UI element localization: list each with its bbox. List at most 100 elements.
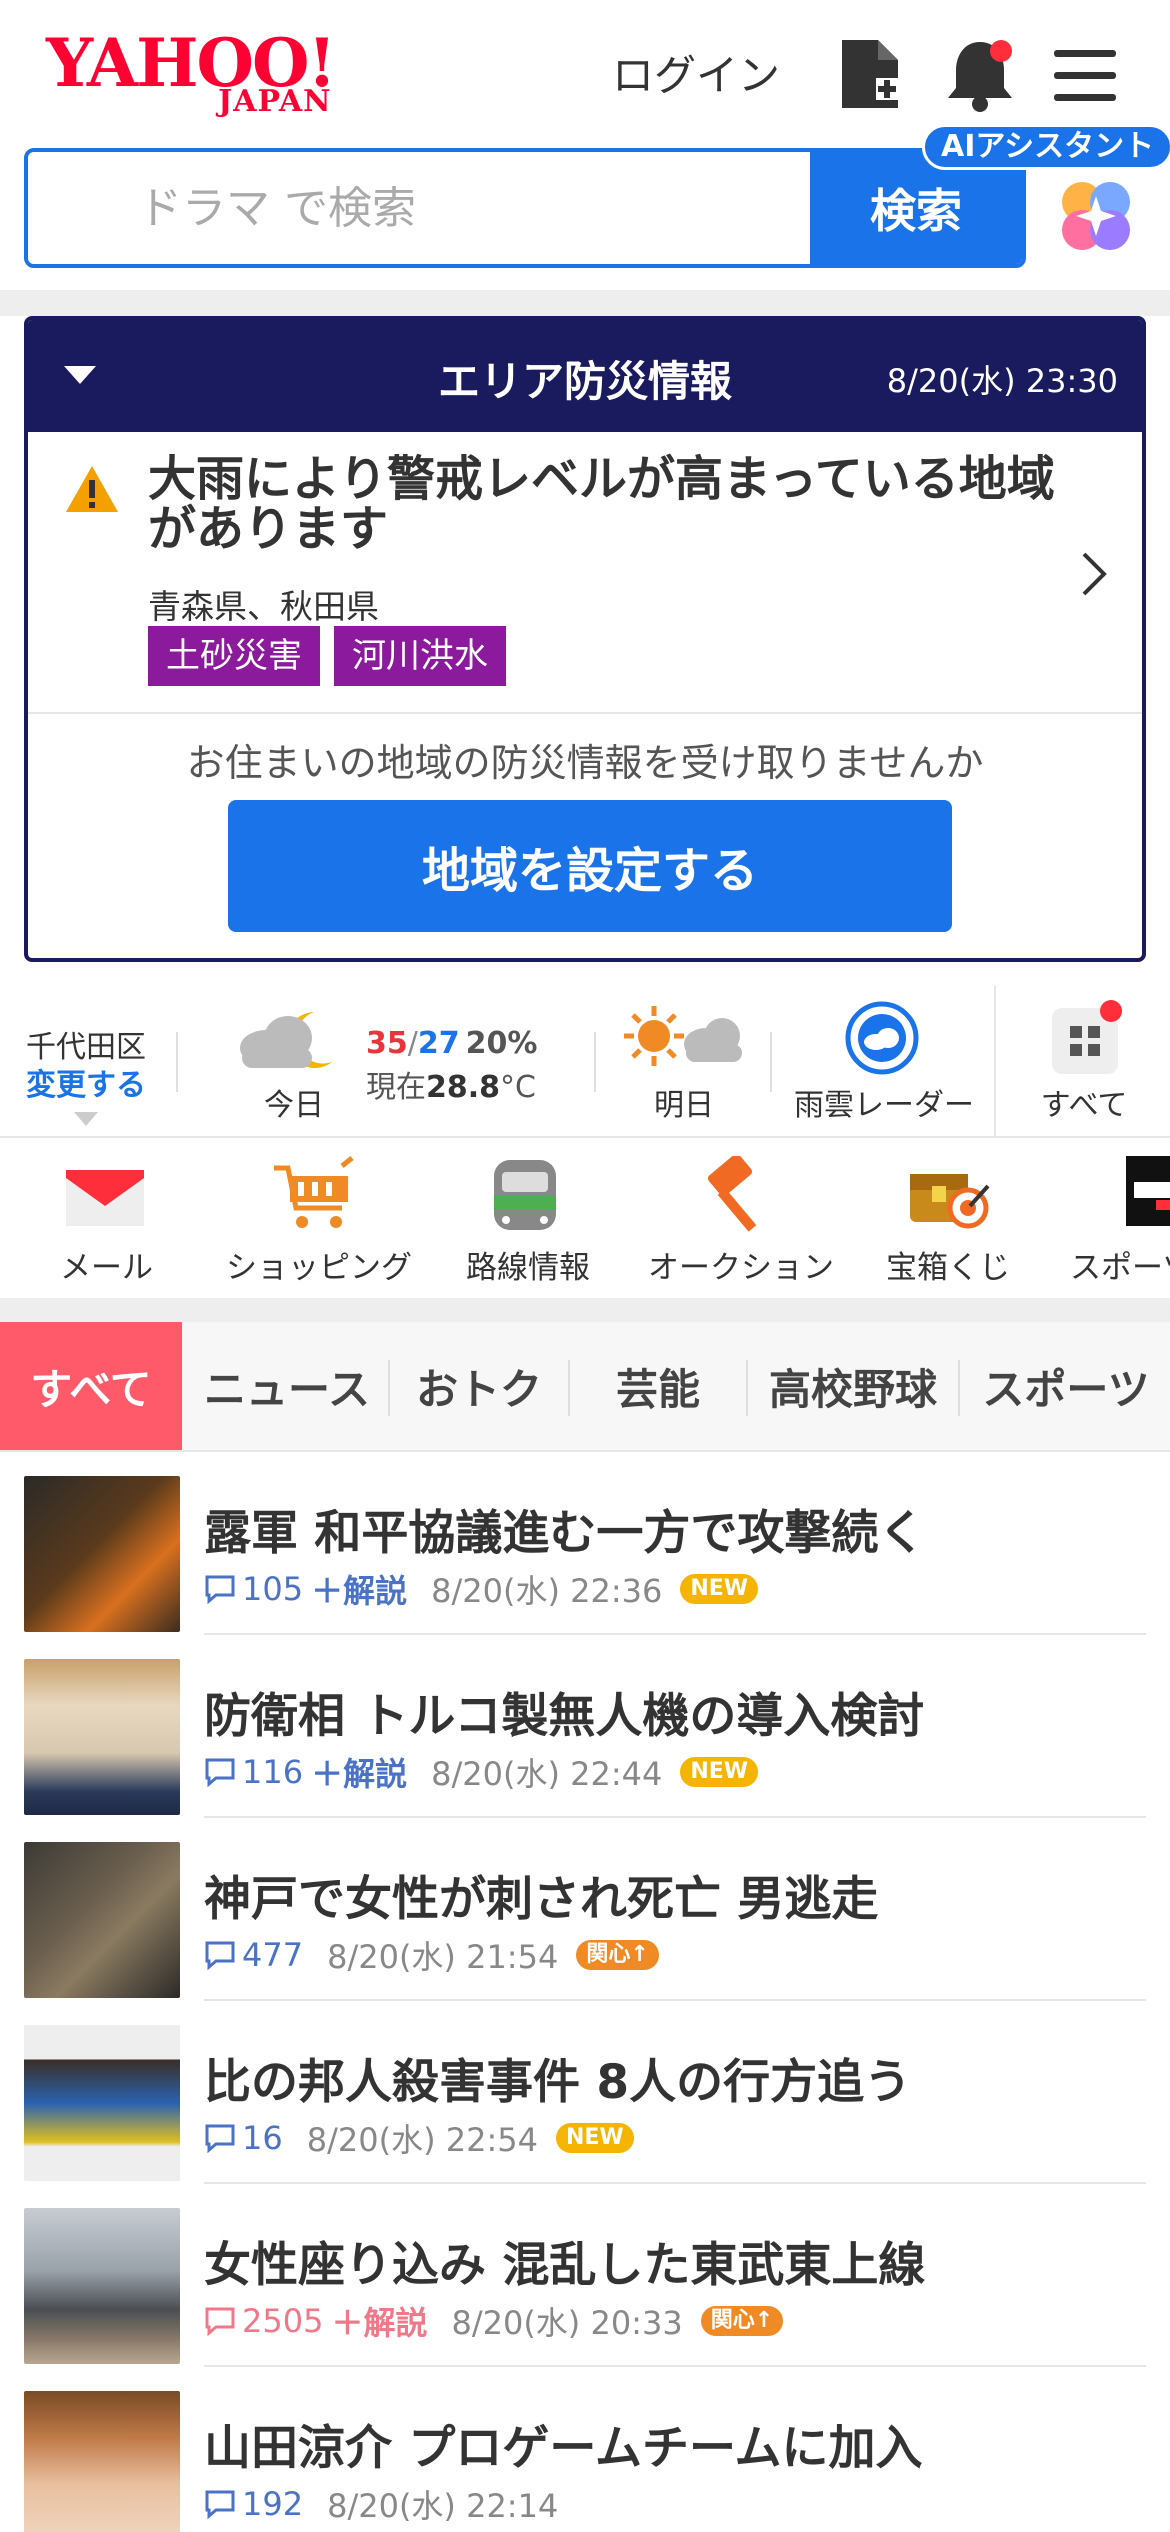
tab-all[interactable]: すべて	[0, 1322, 182, 1450]
news-headline: 比の邦人殺害事件 8人の行方追う	[204, 2055, 912, 2110]
news-list: 露軍 和平協議進む一方で攻撃続く 105 ＋解説 8/20(水) 22:36 N…	[0, 1452, 1170, 2532]
tab-deals[interactable]: おトク	[392, 1322, 566, 1450]
news-meta: 116 ＋解説 8/20(水) 22:44 NEW	[204, 1749, 759, 1795]
service-label: 路線情報	[466, 1250, 590, 1286]
notification-dot	[1100, 1000, 1122, 1022]
comment-icon	[205, 2124, 235, 2153]
comment-count: 105	[242, 1570, 304, 1608]
separator	[388, 1360, 390, 1416]
service-label: メール	[60, 1250, 153, 1286]
menu-icon[interactable]	[1050, 48, 1120, 104]
news-item[interactable]: 山田涼介 プロゲームチームに加入 192 8/20(水) 22:14	[0, 2367, 1170, 2532]
comment-icon	[205, 1941, 235, 1970]
comment-icon	[205, 2490, 235, 2519]
news-headline: 露軍 和平協議進む一方で攻撃続く	[204, 1506, 926, 1561]
tab-sports[interactable]: スポーツ	[962, 1322, 1170, 1450]
service-mail[interactable]: メール	[0, 1138, 210, 1298]
service-auction[interactable]: オークション	[630, 1138, 840, 1298]
disaster-info-card: エリア防災情報 8/20(水) 23:30 大雨により警戒レベルが高まっている地…	[24, 316, 1146, 962]
news-item[interactable]: 比の邦人殺害事件 8人の行方追う 16 8/20(水) 22:54 NEW	[0, 2001, 1170, 2184]
news-meta: 477 8/20(水) 21:54 関心↑	[204, 1932, 659, 1978]
news-thumbnail	[24, 1659, 180, 1815]
logo-sub: JAPAN	[218, 84, 332, 119]
new-badge: NEW	[680, 1757, 759, 1787]
change-location-link[interactable]: 変更する	[26, 1060, 146, 1104]
yahoo-logo[interactable]: YAHOO! JAPAN	[46, 30, 366, 120]
separator	[176, 1032, 178, 1092]
bell-icon[interactable]	[942, 34, 1018, 114]
radar-icon	[845, 1001, 919, 1075]
commentary-label: ＋解説	[311, 1755, 408, 1793]
news-item[interactable]: 防衛相 トルコ製無人機の導入検討 116 ＋解説 8/20(水) 22:44 N…	[0, 1635, 1170, 1818]
disaster-tag: 河川洪水	[334, 626, 506, 686]
tab-high-school-baseball[interactable]: 高校野球	[750, 1322, 956, 1450]
service-transit[interactable]: 路線情報	[420, 1138, 630, 1298]
news-headline: 防衛相 トルコ製無人機の導入検討	[204, 1689, 925, 1744]
comment-count: 2505	[242, 2302, 324, 2340]
disaster-question: お住まいの地域の防災情報を受け取りませんか	[186, 741, 984, 785]
new-badge: NEW	[680, 1574, 759, 1604]
news-item[interactable]: 神戸で女性が刺され死亡 男逃走 477 8/20(水) 21:54 関心↑	[0, 1818, 1170, 2001]
search-bar: 検索	[24, 148, 1026, 268]
radar-label: 雨雲レーダー	[794, 1088, 974, 1123]
news-meta: 16 8/20(水) 22:54 NEW	[204, 2115, 634, 2161]
services-row: メール ショッピング 路線情報 オークション 宝箱くじ スポー	[0, 1138, 1170, 1298]
disaster-tags: 土砂災害 河川洪水	[148, 626, 506, 686]
login-link[interactable]: ログイン	[612, 42, 780, 103]
separator	[958, 1360, 960, 1416]
search-input[interactable]	[28, 152, 814, 264]
news-headline: 神戸で女性が刺され死亡 男逃走	[204, 1872, 879, 1927]
weather-today-label: 今日	[264, 1088, 324, 1123]
news-time: 8/20(水) 22:36	[431, 1572, 663, 1610]
news-headline: 山田涼介 プロゲームチームに加入	[204, 2421, 923, 2476]
service-sports[interactable]: スポーツ	[1050, 1138, 1170, 1298]
disaster-alert-text: 大雨により警戒レベルが高まっている地域があります	[148, 451, 1055, 557]
trending-badge: 関心↑	[576, 1940, 659, 1970]
news-meta: 192 8/20(水) 22:14	[204, 2481, 558, 2527]
trending-badge: 関心↑	[700, 2306, 784, 2336]
treasure-icon	[910, 1174, 990, 1229]
notification-dot	[990, 40, 1012, 62]
comment-count: 16	[242, 2119, 283, 2157]
disaster-alert-row[interactable]: 大雨により警戒レベルが高まっている地域があります 青森県、秋田県 土砂災害 河川…	[28, 432, 1142, 712]
disaster-header[interactable]: エリア防災情報 8/20(水) 23:30	[28, 320, 1142, 432]
all-services-button[interactable]: すべて	[994, 986, 1170, 1138]
news-thumbnail	[24, 1842, 180, 1998]
precipitation: 20%	[465, 1026, 538, 1061]
current-temp-prefix: 現在	[366, 1070, 426, 1105]
ai-assistant-icon[interactable]	[1058, 178, 1134, 254]
news-time: 8/20(水) 22:54	[306, 2121, 538, 2159]
weather-tomorrow-label: 明日	[654, 1088, 714, 1123]
tab-news[interactable]: ニュース	[192, 1322, 382, 1450]
spacer	[0, 962, 1170, 986]
news-headline: 女性座り込み 混乱した東武東上線	[204, 2238, 926, 2293]
service-shopping[interactable]: ショッピング	[210, 1138, 420, 1298]
news-item[interactable]: 露軍 和平協議進む一方で攻撃続く 105 ＋解説 8/20(水) 22:36 N…	[0, 1452, 1170, 1635]
tab-entertainment[interactable]: 芸能	[570, 1322, 746, 1450]
service-label: ショッピング	[226, 1250, 412, 1286]
caret-down-icon	[74, 1112, 98, 1126]
comment-icon	[205, 1575, 235, 1604]
comment-count: 192	[242, 2485, 304, 2523]
chevron-right-icon	[1082, 552, 1107, 596]
all-label: すべて	[1040, 1088, 1128, 1123]
sunny-cloudy-icon	[624, 1006, 742, 1066]
weather-bar: 千代田区 変更する 今日 35/27 20% 現在28.8°C 明日 雨雲レーダ…	[0, 986, 1170, 1138]
ai-assistant-label[interactable]: AIアシスタント	[922, 124, 1170, 170]
news-time: 8/20(水) 20:33	[451, 2304, 683, 2342]
comment-icon	[205, 1758, 235, 1787]
spacer	[0, 1298, 1170, 1322]
commentary-label: ＋解説	[331, 2304, 428, 2342]
news-time: 8/20(水) 21:54	[327, 1938, 559, 1976]
sports-icon	[1126, 1156, 1170, 1226]
news-meta: 2505 ＋解説 8/20(水) 20:33 関心↑	[204, 2298, 784, 2344]
service-treasure[interactable]: 宝箱くじ	[840, 1138, 1050, 1298]
set-region-button[interactable]: 地域を設定する	[228, 800, 952, 932]
news-tabs: すべて ニュース おトク 芸能 高校野球 スポーツ	[0, 1322, 1170, 1452]
train-icon	[494, 1160, 556, 1230]
news-meta: 105 ＋解説 8/20(水) 22:36 NEW	[204, 1566, 759, 1612]
news-item[interactable]: 女性座り込み 混乱した東武東上線 2505 ＋解説 8/20(水) 20:33 …	[0, 2184, 1170, 2367]
comment-count: 116	[242, 1753, 304, 1791]
current-temp: 現在28.8°C	[366, 1062, 536, 1106]
note-add-icon[interactable]	[838, 36, 902, 112]
